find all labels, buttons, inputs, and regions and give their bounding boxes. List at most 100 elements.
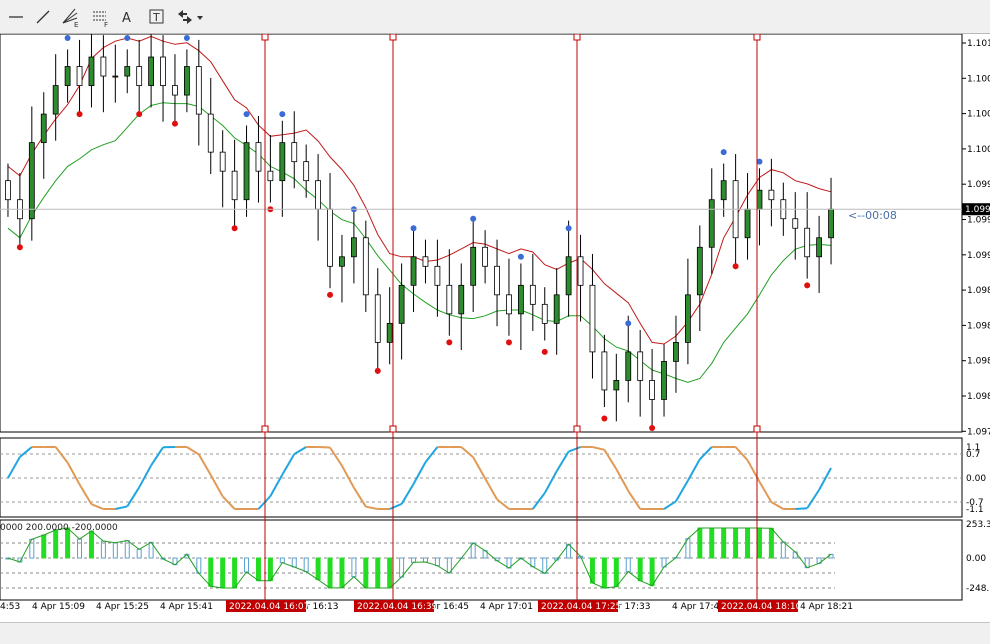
trend-line-icon[interactable] — [32, 6, 54, 28]
zigzag-top-dot — [625, 320, 631, 326]
zigzag-top-dot — [124, 35, 130, 41]
candle-body — [172, 86, 177, 96]
histogram-bar — [614, 558, 618, 587]
time-tick-label: 4 Apr 17:01 — [480, 602, 533, 612]
price-tick-label: 1.100 — [967, 145, 990, 155]
zigzag-top-dot — [566, 225, 572, 231]
candle-body — [220, 152, 225, 171]
candle-body — [817, 238, 822, 257]
zigzag-bottom-dot — [172, 121, 178, 127]
histogram-bar — [209, 558, 213, 586]
time-marker-label: 2022.04.04 16:07 — [229, 602, 309, 612]
candle-body — [351, 238, 356, 257]
candle-body — [542, 304, 547, 323]
text-icon[interactable]: A — [117, 6, 139, 28]
candle-body — [328, 209, 333, 266]
oscillator-segment — [318, 447, 330, 448]
gann-fan-sub: E — [74, 21, 78, 28]
candle-body — [423, 257, 428, 267]
text-label-icon[interactable]: T — [146, 6, 168, 28]
price-tick-label: 1.099 — [967, 251, 990, 261]
candle-body — [662, 361, 667, 399]
candle-body — [793, 219, 798, 229]
candle-body — [769, 190, 774, 200]
histogram-bar — [328, 558, 332, 588]
candle-body — [566, 257, 571, 295]
histogram-bar — [340, 558, 344, 588]
price-tick-label: 1.100 — [967, 74, 990, 84]
drawing-toolbar: E F A T — [0, 0, 990, 34]
oscillator-segment — [795, 508, 807, 509]
candle-body — [89, 57, 94, 86]
candle-body — [626, 352, 631, 381]
candle-body — [757, 190, 762, 209]
time-tick-label: r 16:13 — [306, 602, 339, 612]
candle-body — [518, 285, 523, 314]
zigzag-bottom-dot — [327, 292, 333, 298]
candle-body — [685, 295, 690, 343]
candle-body — [363, 238, 368, 295]
horizontal-line-icon[interactable] — [5, 6, 27, 28]
candle-body — [638, 352, 643, 381]
price-tick-label: 1.101 — [967, 39, 990, 49]
candle-body — [208, 114, 213, 152]
price-tick-label: 1.098 — [967, 357, 990, 367]
candle-body — [399, 285, 404, 323]
histogram-bar — [221, 558, 225, 588]
candle-body — [435, 266, 440, 285]
zigzag-top-dot — [279, 111, 285, 117]
candle-body — [137, 67, 142, 86]
zigzag-bottom-dot — [733, 263, 739, 269]
candle-body — [280, 143, 285, 181]
marker-handle-top — [262, 34, 268, 40]
candle-body — [554, 295, 559, 324]
arrows-icon[interactable] — [174, 6, 204, 28]
histogram-bar — [256, 558, 260, 581]
zigzag-top-dot — [721, 149, 727, 155]
zigzag-bottom-dot — [136, 111, 142, 117]
candle-body — [721, 181, 726, 200]
time-tick-label: 4 Apr 15:25 — [96, 602, 149, 612]
candle-body — [184, 67, 189, 96]
price-tick-label: 1.100 — [967, 110, 990, 120]
fibonacci-icon[interactable]: F — [89, 6, 111, 28]
status-bar — [0, 622, 990, 644]
oscillator-level-label: 0.7 — [966, 450, 980, 460]
oscillator-level-label: 0.00 — [966, 474, 986, 484]
candle-body — [113, 76, 118, 77]
price-tick-label: 1.099 — [967, 216, 990, 226]
price-tick-label: 1.098 — [967, 321, 990, 331]
candle-body — [65, 67, 70, 86]
candle-body — [578, 257, 583, 286]
candle-body — [244, 143, 249, 200]
bar-countdown: <--00:08 — [848, 209, 897, 222]
candle-body — [602, 352, 607, 390]
candle-body — [41, 114, 46, 143]
zigzag-bottom-dot — [804, 282, 810, 288]
histogram-bar — [233, 558, 237, 588]
candle-body — [411, 257, 416, 286]
candle-body — [316, 181, 321, 210]
candle-body — [292, 143, 297, 162]
histogram-level-label: 253.3 — [966, 520, 990, 530]
text-label-glyph: T — [152, 11, 160, 24]
current-price-label: 1.099 — [965, 205, 990, 215]
price-tick-label: 1.098 — [967, 392, 990, 402]
time-marker-label: 2022.04.04 17:25 — [541, 602, 621, 612]
candle-body — [161, 57, 166, 86]
histogram-bar — [602, 558, 606, 588]
candle-body — [339, 257, 344, 267]
zigzag-top-dot — [184, 35, 190, 41]
marker-handle-bottom — [262, 426, 268, 432]
time-tick-label: 4 Apr 15:09 — [32, 602, 85, 612]
candle-body — [697, 247, 702, 295]
chart-canvas[interactable]: 1.1011.1001.1001.1001.0991.0991.0991.098… — [0, 34, 990, 622]
candle-body — [495, 266, 500, 295]
marker-handle-bottom — [574, 426, 580, 432]
histogram-bar — [638, 558, 642, 581]
histogram-bar — [769, 528, 773, 558]
histogram-bar — [316, 558, 320, 580]
candle-body — [805, 228, 810, 257]
gann-fan-icon[interactable]: E — [59, 6, 81, 28]
oscillator-level-label: -1.1 — [966, 505, 984, 515]
